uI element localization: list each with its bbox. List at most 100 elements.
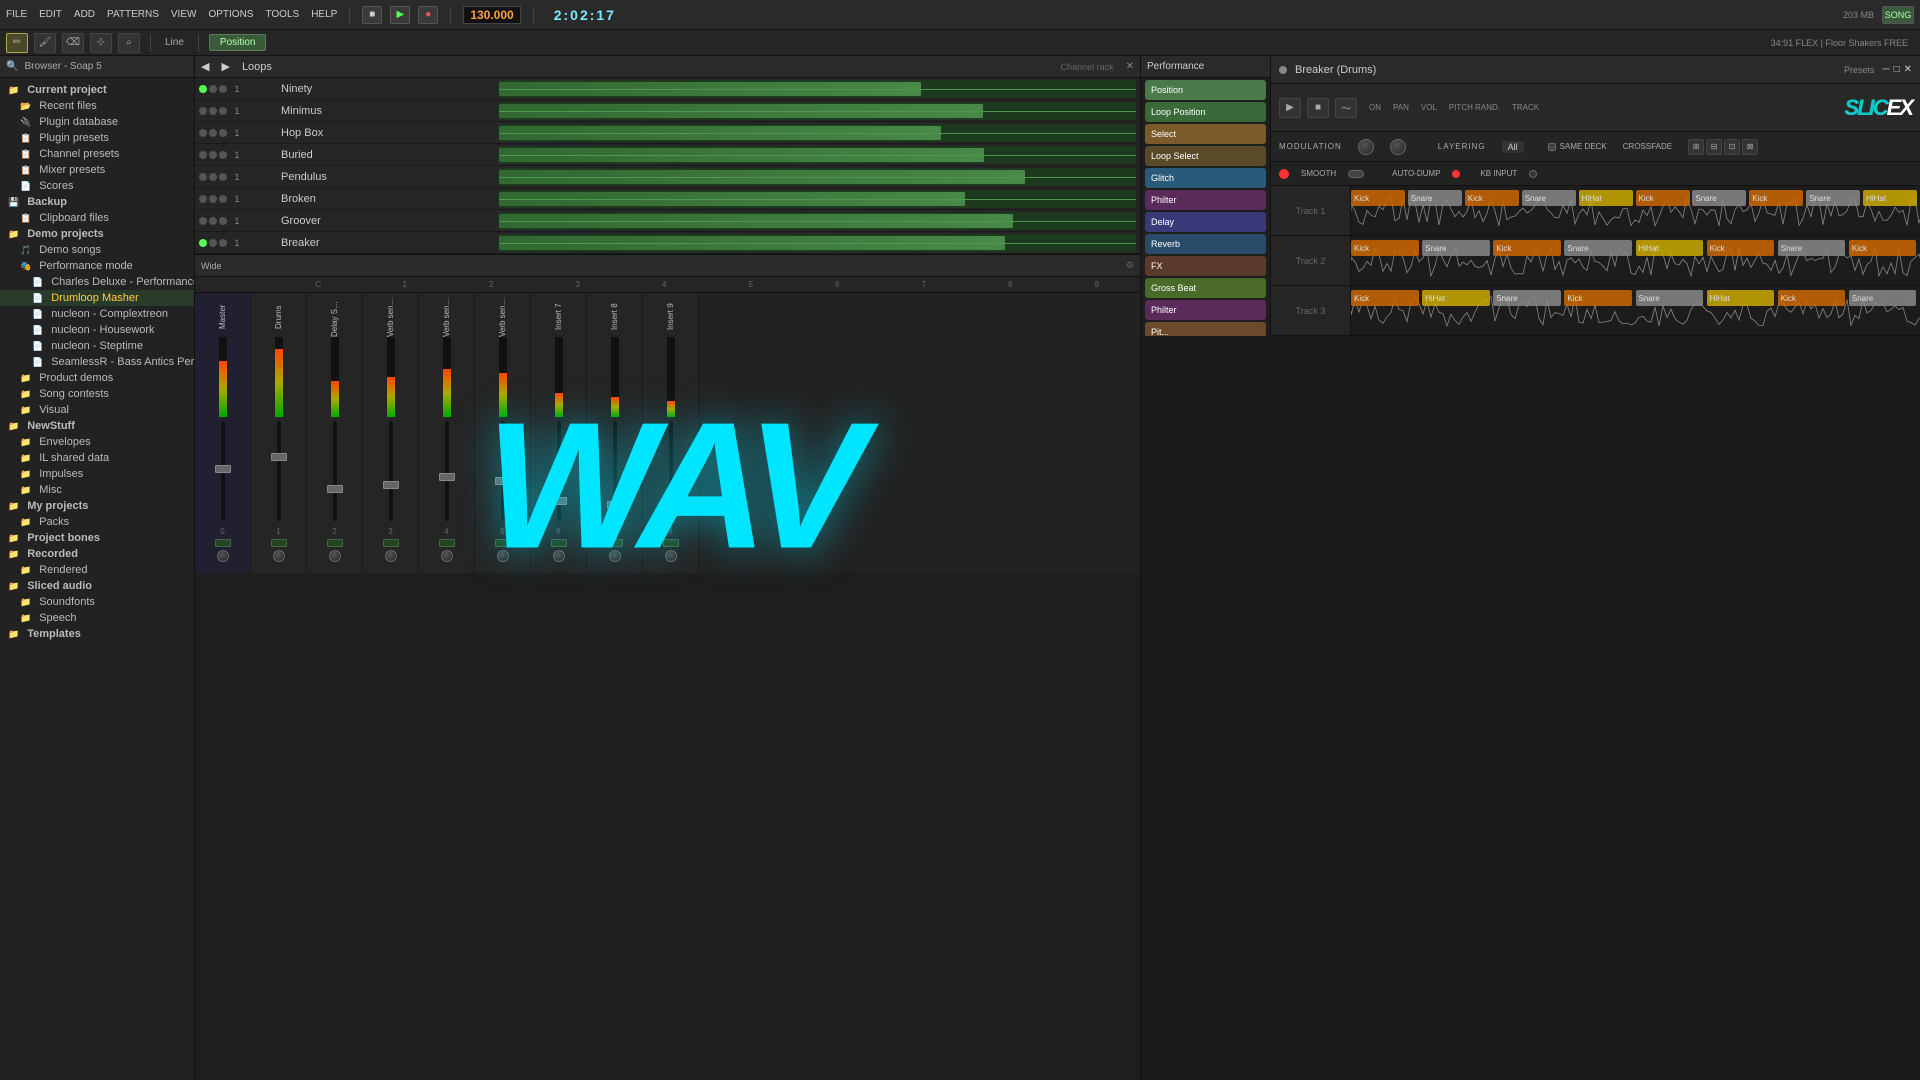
slice-chip-0-5[interactable]: Kick [1636, 190, 1690, 206]
send-btn-0[interactable] [215, 539, 231, 547]
slice-chip-1-3[interactable]: Snare [1564, 240, 1632, 256]
pattern-dot-3[interactable] [199, 151, 207, 159]
pattern-row-0[interactable]: 1 Ninety [195, 78, 1140, 100]
perf-clip-0[interactable]: Position [1145, 80, 1266, 100]
tool-zoom[interactable]: ⌕ [118, 33, 140, 53]
send-btn-5[interactable] [495, 539, 511, 547]
pan-knob-5[interactable] [497, 550, 509, 562]
send-btn-4[interactable] [439, 539, 455, 547]
sidebar-item-soundfonts[interactable]: 📁Soundfonts [0, 594, 194, 610]
send-btn-1[interactable] [271, 539, 287, 547]
pattern-dot3-1[interactable] [219, 107, 227, 115]
fader-thumb-8[interactable] [663, 505, 679, 513]
menu-tools[interactable]: TOOLS [265, 9, 299, 20]
fader-track-4[interactable] [445, 421, 449, 521]
sidebar-item-current-project[interactable]: 📁Current project [0, 82, 194, 98]
pattern-dot3-5[interactable] [219, 195, 227, 203]
sidebar-item-plugin-presets[interactable]: 📋Plugin presets [0, 130, 194, 146]
smooth-toggle[interactable] [1348, 170, 1364, 178]
kb-input-dot[interactable] [1529, 170, 1537, 178]
fader-track-2[interactable] [333, 421, 337, 521]
slice-chip-1-7[interactable]: Kick [1849, 240, 1917, 256]
slice-chip-1-2[interactable]: Kick [1493, 240, 1561, 256]
perf-clip-4[interactable]: Glitch [1145, 168, 1266, 188]
pattern-dot-2[interactable] [199, 129, 207, 137]
fader-thumb-0[interactable] [215, 465, 231, 473]
menu-options[interactable]: OPTIONS [208, 9, 253, 20]
perf-clip-6[interactable]: Delay [1145, 212, 1266, 232]
fader-thumb-4[interactable] [439, 473, 455, 481]
sidebar-item-newstuff[interactable]: 📁NewStuff [0, 418, 194, 434]
win-max[interactable]: □ [1894, 64, 1900, 75]
fader-track-3[interactable] [389, 421, 393, 521]
pattern-row-4[interactable]: 1 Pendulus [195, 166, 1140, 188]
perf-clip-7[interactable]: Reverb [1145, 234, 1266, 254]
slice-chip-1-1[interactable]: Snare [1422, 240, 1490, 256]
fader-thumb-2[interactable] [327, 485, 343, 493]
perf-clip-1[interactable]: Loop Position [1145, 102, 1266, 122]
slice-chip-0-3[interactable]: Snare [1522, 190, 1576, 206]
win-close[interactable]: ✕ [1904, 64, 1912, 75]
sidebar-item-recorded[interactable]: 📁Recorded [0, 546, 194, 562]
sidebar-item-charles-deluxe---performance-demo[interactable]: 📄Charles Deluxe - Performance Demo [0, 274, 194, 290]
slice-chip-0-6[interactable]: Snare [1692, 190, 1746, 206]
slice-chip-0-8[interactable]: Snare [1806, 190, 1860, 206]
sidebar-item-nucleon---complextreon[interactable]: 📄nucleon - Complextreon [0, 306, 194, 322]
sidebar-item-song-contests[interactable]: 📁Song contests [0, 386, 194, 402]
slice-chip-0-1[interactable]: Snare [1408, 190, 1462, 206]
send-btn-7[interactable] [607, 539, 623, 547]
pattern-dot2-6[interactable] [209, 217, 217, 225]
record-button[interactable]: ● [418, 6, 438, 24]
tool-paint[interactable]: 🖌 [34, 33, 56, 53]
mod-knob-x[interactable] [1358, 139, 1374, 155]
sidebar-item-mixer-presets[interactable]: 📋Mixer presets [0, 162, 194, 178]
sidebar-item-envelopes[interactable]: 📁Envelopes [0, 434, 194, 450]
slice-chip-2-4[interactable]: Snare [1636, 290, 1704, 306]
win-min[interactable]: ─ [1882, 64, 1889, 75]
pattern-dot-5[interactable] [199, 195, 207, 203]
pan-knob-4[interactable] [441, 550, 453, 562]
pan-knob-7[interactable] [609, 550, 621, 562]
sidebar-item-misc[interactable]: 📁Misc [0, 482, 194, 498]
slice-chip-2-0[interactable]: Kick [1351, 290, 1419, 306]
slice-chip-2-2[interactable]: Snare [1493, 290, 1561, 306]
pattern-dot3-2[interactable] [219, 129, 227, 137]
sidebar-item-nucleon---steptime[interactable]: 📄nucleon - Steptime [0, 338, 194, 354]
fader-track-1[interactable] [277, 421, 281, 521]
slice-chip-1-5[interactable]: Kick [1707, 240, 1775, 256]
perf-clip-9[interactable]: Gross Beat [1145, 278, 1266, 298]
perf-clip-2[interactable]: Select [1145, 124, 1266, 144]
send-btn-2[interactable] [327, 539, 343, 547]
sidebar-item-packs[interactable]: 📁Packs [0, 514, 194, 530]
auto-dump-dot[interactable] [1452, 170, 1460, 178]
pattern-dot2-3[interactable] [209, 151, 217, 159]
close-loops[interactable]: ✕ [1126, 61, 1134, 72]
sidebar-item-my-projects[interactable]: 📁My projects [0, 498, 194, 514]
fader-thumb-1[interactable] [271, 453, 287, 461]
grid-3[interactable]: ⊡ [1724, 139, 1740, 155]
fader-track-5[interactable] [501, 421, 505, 521]
pattern-dot3-7[interactable] [219, 239, 227, 247]
pan-knob-8[interactable] [665, 550, 677, 562]
fader-track-7[interactable] [613, 421, 617, 521]
slice-chip-2-6[interactable]: Kick [1778, 290, 1846, 306]
slice-chip-2-7[interactable]: Snare [1849, 290, 1917, 306]
sidebar-item-drumloop-masher[interactable]: 📄Drumloop Masher [0, 290, 194, 306]
fader-track-0[interactable] [221, 421, 225, 521]
sidebar-item-clipboard-files[interactable]: 📋Clipboard files [0, 210, 194, 226]
pattern-dot2-4[interactable] [209, 173, 217, 181]
menu-view[interactable]: VIEW [171, 9, 197, 20]
pattern-dot3-4[interactable] [219, 173, 227, 181]
pan-knob-6[interactable] [553, 550, 565, 562]
pattern-dot2-1[interactable] [209, 107, 217, 115]
pattern-dot3-6[interactable] [219, 217, 227, 225]
perf-clip-3[interactable]: Loop Select [1145, 146, 1266, 166]
sidebar-item-project-bones[interactable]: 📁Project bones [0, 530, 194, 546]
sidebar-item-plugin-database[interactable]: 🔌Plugin database [0, 114, 194, 130]
fader-thumb-5[interactable] [495, 477, 511, 485]
pattern-row-2[interactable]: 1 Hop Box [195, 122, 1140, 144]
sidebar-item-recent-files[interactable]: 📂Recent files [0, 98, 194, 114]
pattern-row-7[interactable]: 1 Breaker [195, 232, 1140, 254]
nav-prev[interactable]: ◀ [201, 60, 209, 73]
sidebar-item-demo-songs[interactable]: 🎵Demo songs [0, 242, 194, 258]
